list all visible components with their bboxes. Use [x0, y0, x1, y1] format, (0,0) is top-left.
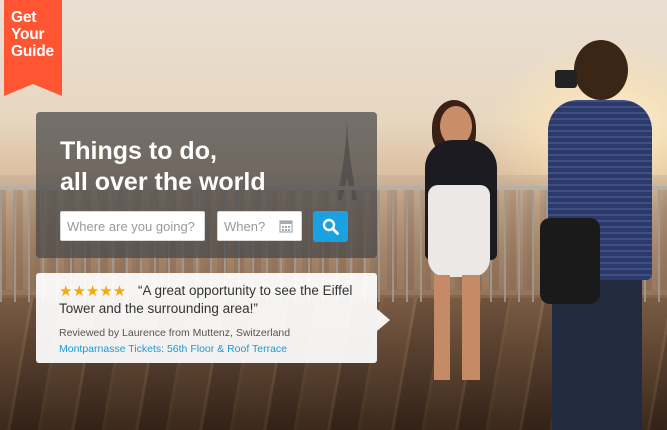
search-icon — [322, 218, 339, 235]
logo-line-1: Get — [11, 9, 37, 26]
tour-link[interactable]: Montparnasse Tickets: 56th Floor & Roof … — [59, 343, 287, 355]
search-button[interactable] — [313, 211, 348, 242]
logo-line-2: Your — [11, 26, 45, 43]
man-figure — [574, 40, 628, 100]
destination-search-input[interactable] — [60, 211, 205, 241]
brand-logo[interactable]: Get Your Guide — [4, 0, 62, 96]
page-title: Things to do, all over the world — [60, 136, 266, 198]
logo-line-3: Guide — [11, 43, 54, 60]
headline-line-1: Things to do, — [60, 137, 217, 165]
headline-line-2: all over the world — [60, 168, 266, 196]
calendar-icon[interactable] — [279, 219, 293, 233]
review-quote: “A great opportunity to see the Eiffel T… — [59, 283, 353, 316]
camera-icon — [555, 70, 577, 88]
reviewer-info: Reviewed by Laurence from Muttenz, Switz… — [59, 327, 291, 339]
